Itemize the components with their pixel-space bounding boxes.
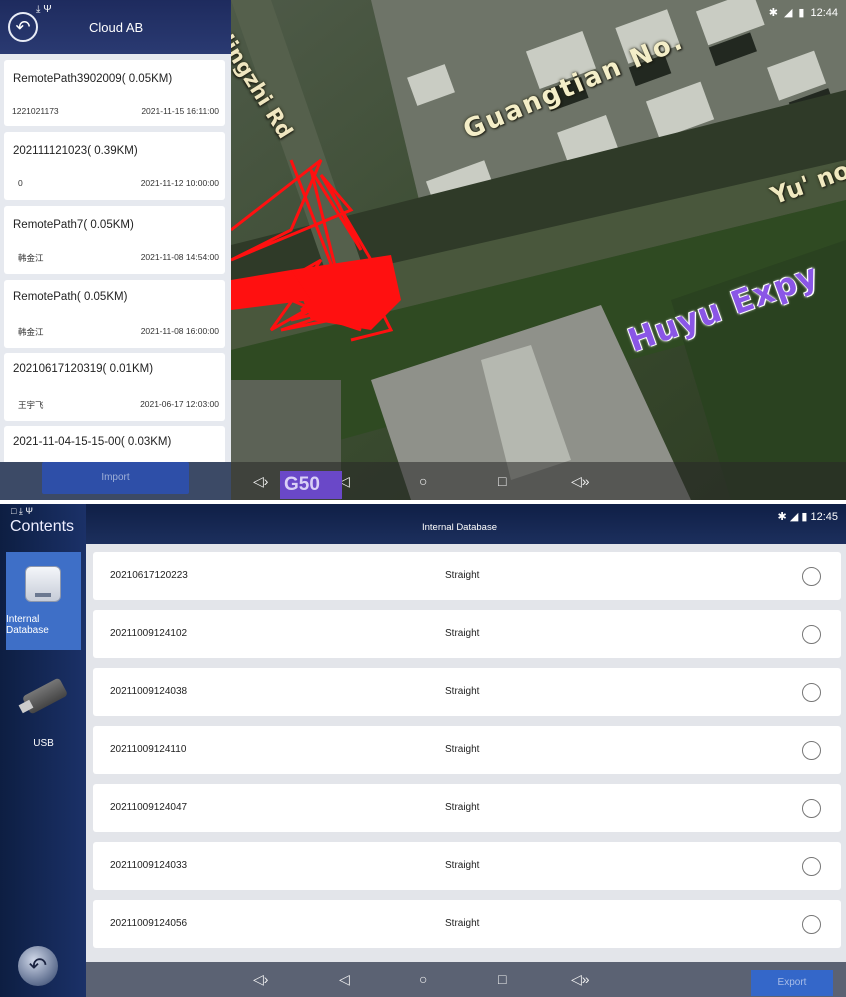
path-owner: 1221021173 <box>12 106 59 116</box>
header-bar: Internal Database ✱ ◢ ▮ 12:45 <box>86 504 846 544</box>
cloud-path-panel: ↶ ⤓ Ψ Cloud AB RemotePath3902009( 0.05KM… <box>0 0 231 500</box>
path-date: 2021-11-12 10:00:00 <box>140 178 219 188</box>
select-radio[interactable] <box>802 741 821 760</box>
volume-up-icon[interactable]: ◁» <box>571 971 590 988</box>
path-date: 2021-11-08 14:54:00 <box>140 252 219 262</box>
path-date: 2021-11-08 16:00:00 <box>140 326 219 336</box>
path-card[interactable]: RemotePath3902009( 0.05KM) 1221021173 20… <box>4 60 225 126</box>
map-screen: Guangtian No. Jingzhi Rd Yu' no Huyu Exp… <box>0 0 846 500</box>
record-type: Straight <box>445 918 480 929</box>
sidebar-item-label: Internal Database <box>6 614 49 636</box>
back-button[interactable]: ↶ <box>18 946 58 986</box>
list-item[interactable]: 20211009124110 Straight <box>93 726 841 774</box>
contents-sidebar: □ ⤓ Ψ Contents Internal Database USB ↶ <box>0 504 86 997</box>
back-nav-icon[interactable]: ◁ <box>339 971 350 988</box>
map-label-g50: G50 <box>280 471 342 499</box>
panel-title: Cloud AB <box>89 20 144 35</box>
recents-nav-icon[interactable]: □ <box>498 473 506 489</box>
record-id: 20211009124033 <box>110 860 188 871</box>
path-name: 20210617120319( 0.01KM) <box>13 363 154 375</box>
path-owner: 王宇飞 <box>18 400 44 410</box>
system-nav-bar: ◁› ◁ ○ □ ◁» <box>86 962 846 997</box>
select-radio[interactable] <box>802 799 821 818</box>
path-date: 2021-06-17 12:03:00 <box>140 399 219 409</box>
record-id: 20211009124102 <box>110 628 188 639</box>
path-owner: 0 <box>18 178 23 188</box>
home-nav-icon[interactable]: ○ <box>419 971 427 987</box>
list-item[interactable]: 20211009124056 Straight <box>93 900 841 948</box>
status-time: 12:44 <box>810 6 838 19</box>
record-id: 20211009124056 <box>110 918 188 929</box>
page-title: Internal Database <box>422 522 497 533</box>
sidebar-item-label: USB <box>33 738 54 749</box>
status-bar: ✱ ◢ ▮ 12:45 <box>778 510 838 523</box>
bluetooth-icon: ✱ <box>768 7 778 19</box>
signal-icon: ◢ <box>789 511 799 523</box>
record-type: Straight <box>445 744 480 755</box>
path-card[interactable]: 20210617120319( 0.01KM) 王宇飞 2021-06-17 1… <box>4 353 225 421</box>
path-name: RemotePath( 0.05KM) <box>13 291 128 303</box>
path-card[interactable]: 202111121023( 0.39KM) 0 2021-11-12 10:00… <box>4 132 225 200</box>
list-item[interactable]: 20211009124033 Straight <box>93 842 841 890</box>
recents-nav-icon[interactable]: □ <box>498 971 506 987</box>
status-mini-icons: □ ⤓ Ψ <box>11 506 33 516</box>
volume-up-icon[interactable]: ◁» <box>571 473 590 490</box>
back-arrow-icon[interactable]: ↶ <box>8 12 38 42</box>
select-radio[interactable] <box>802 625 821 644</box>
record-type: Straight <box>445 628 480 639</box>
select-radio[interactable] <box>802 683 821 702</box>
sidebar-item-usb[interactable]: USB <box>6 674 81 754</box>
list-item[interactable]: 20211009124038 Straight <box>93 668 841 716</box>
list-item[interactable]: 20211009124047 Straight <box>93 784 841 832</box>
record-type: Straight <box>445 860 480 871</box>
satellite-map[interactable]: Guangtian No. Jingzhi Rd Yu' no Huyu Exp… <box>231 0 846 500</box>
export-button[interactable]: Export <box>751 970 833 996</box>
sidebar-item-internal-database[interactable]: Internal Database <box>6 552 81 650</box>
record-id: 20210617120223 <box>110 570 188 581</box>
record-type: Straight <box>445 802 480 813</box>
battery-icon: ▮ <box>801 511 808 523</box>
hard-drive-icon <box>25 566 61 602</box>
select-radio[interactable] <box>802 915 821 934</box>
path-name: RemotePath3902009( 0.05KM) <box>13 73 173 85</box>
map-imagery <box>231 0 846 500</box>
status-bar: ✱ ◢ ▮ 12:44 <box>768 6 838 20</box>
home-nav-icon[interactable]: ○ <box>419 473 427 489</box>
record-id: 20211009124110 <box>110 744 187 755</box>
select-radio[interactable] <box>802 567 821 586</box>
import-button[interactable]: Import <box>42 462 189 494</box>
path-card[interactable]: RemotePath7( 0.05KM) 韩金江 2021-11-08 14:5… <box>4 206 225 274</box>
record-type: Straight <box>445 686 480 697</box>
path-date: 2021-11-15 16:11:00 <box>141 106 219 116</box>
record-type: Straight <box>445 570 480 581</box>
volume-down-icon[interactable]: ◁› <box>253 971 268 988</box>
path-owner: 韩金江 <box>18 253 44 263</box>
path-owner: 韩金江 <box>18 327 44 337</box>
path-name: 2021-11-04-15-15-00( 0.03KM) <box>13 436 172 448</box>
path-card[interactable]: RemotePath( 0.05KM) 韩金江 2021-11-08 16:00… <box>4 280 225 348</box>
database-screen: □ ⤓ Ψ Contents Internal Database USB ↶ I… <box>0 504 846 997</box>
volume-down-icon[interactable]: ◁› <box>253 473 268 490</box>
status-time: 12:45 <box>810 511 838 523</box>
path-name: 202111121023( 0.39KM) <box>13 145 138 157</box>
battery-icon: ▮ <box>798 7 805 19</box>
bluetooth-icon: ✱ <box>777 511 787 523</box>
signal-icon: ◢ <box>783 7 793 19</box>
list-item[interactable]: 20210617120223 Straight <box>93 552 841 600</box>
download-icon: ⤓ Ψ <box>36 4 52 15</box>
list-item[interactable]: 20211009124102 Straight <box>93 610 841 658</box>
record-id: 20211009124047 <box>110 802 188 813</box>
path-name: RemotePath7( 0.05KM) <box>13 219 134 231</box>
record-id: 20211009124038 <box>110 686 188 697</box>
sidebar-title: Contents <box>10 518 75 535</box>
path-card[interactable]: 2021-11-04-15-15-00( 0.03KM) <box>4 426 225 466</box>
select-radio[interactable] <box>802 857 821 876</box>
panel-header: ↶ ⤓ Ψ Cloud AB <box>0 0 231 54</box>
